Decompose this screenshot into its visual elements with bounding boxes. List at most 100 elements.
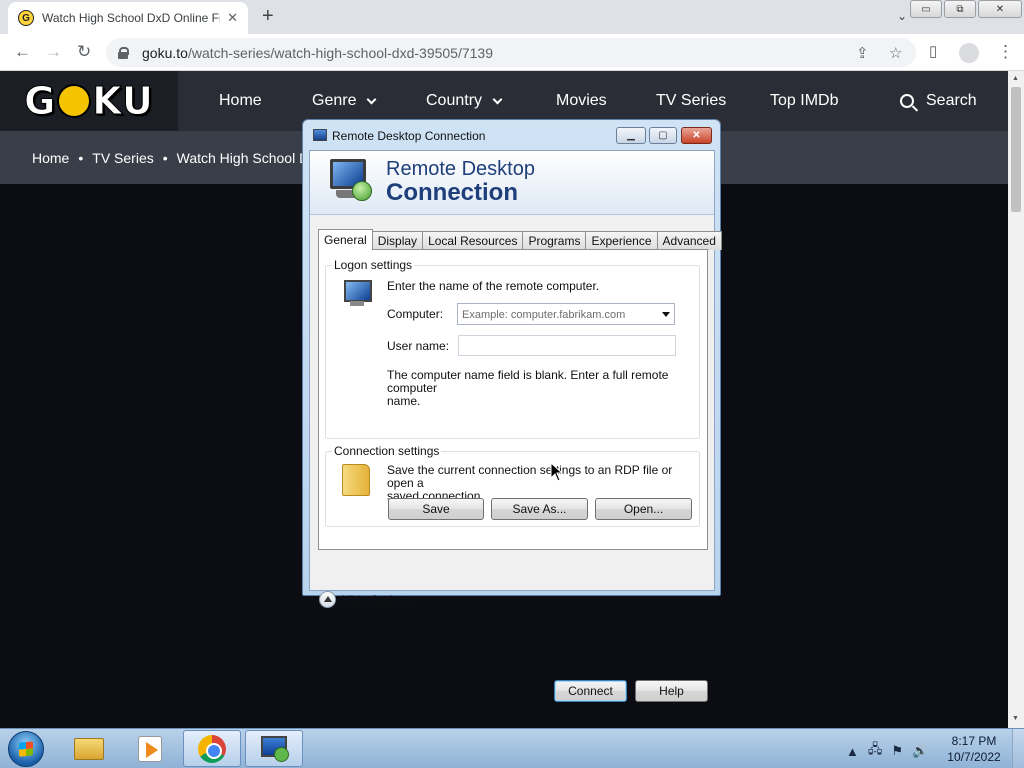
connection-settings-label: Connection settings [332,444,442,458]
dialog-title: Remote Desktop Connection [332,129,486,143]
tab-advanced[interactable]: Advanced [656,231,722,250]
media-player-icon [138,735,162,762]
site-favicon-icon: G [18,10,34,26]
tab-search-chevron-icon[interactable]: ⌄ [897,9,907,23]
banner-title-line2: Connection [386,179,518,206]
help-button[interactable]: Help [635,680,708,702]
nav-genre-label: Genre [312,92,357,109]
computer-icon [342,280,376,310]
menu-kebab-icon[interactable]: ⋮ [997,42,1014,62]
save-button[interactable]: Save [388,498,484,520]
profile-avatar-icon[interactable] [959,43,979,63]
rdc-app-icon [313,129,327,141]
show-desktop-button[interactable] [1012,729,1024,768]
system-clock[interactable]: 8:17 PM 10/7/2022 [940,733,1008,765]
forward-arrow-icon[interactable]: → [45,42,62,62]
dialog-minimize-button[interactable]: ▁ [616,127,646,144]
tab-programs[interactable]: Programs [522,231,587,250]
new-tab-button[interactable]: + [262,6,274,26]
dialog-tabs: General Display Local Resources Programs… [318,229,722,250]
back-arrow-icon[interactable]: ← [14,42,31,62]
nav-country-label: Country [426,92,483,109]
browser-toolbar: ← → ↻ goku.to/watch-series/watch-high-sc… [0,34,1024,71]
dialog-close-button[interactable]: ✕ [681,127,712,144]
window-minimize-button[interactable]: ▭ [910,0,942,18]
browser-tab[interactable]: G Watch High School DxD Online Free ✕ [8,2,248,34]
logon-instruction: Enter the name of the remote computer. [387,279,600,293]
breadcrumb-home[interactable]: Home [32,150,69,166]
start-button[interactable] [8,731,44,767]
taskbar-chrome[interactable] [183,730,241,767]
bookmark-star-icon[interactable]: ☆ [889,44,902,62]
nav-movies-label: Movies [556,92,607,109]
action-center-flag-icon[interactable]: ⚑ [891,743,903,759]
chevron-down-icon [367,94,377,104]
breadcrumb-tv-series[interactable]: TV Series [92,150,153,166]
breadcrumb: Home • TV Series • Watch High School D [32,150,310,166]
logon-settings-group: Logon settings Enter the name of the rem… [325,258,700,439]
dialog-maximize-button[interactable]: ▢ [649,127,677,144]
open-button[interactable]: Open... [595,498,692,520]
connection-settings-group: Connection settings Save the current con… [325,444,700,527]
reload-icon[interactable]: ↻ [77,42,91,62]
logo-text-left: G [24,79,57,124]
nav-search[interactable]: Search [900,71,977,131]
share-icon[interactable]: ⇪ [856,44,869,62]
volume-icon[interactable]: 🔊 [912,743,928,759]
save-as-button[interactable]: Save As... [491,498,588,520]
window-controls: ▭ ⧉ ✕ [910,0,1024,18]
username-field[interactable] [458,335,676,356]
chrome-icon [198,734,226,763]
nav-top-imdb[interactable]: Top IMDb [770,71,838,131]
taskbar-media-player[interactable] [121,730,179,767]
system-tray: ▲ 🖧 ⚑ 🔊 [846,740,928,762]
hide-options-label: Hide Options [342,592,412,607]
nav-home[interactable]: Home [219,71,262,131]
taskbar: ▲ 🖧 ⚑ 🔊 8:17 PM 10/7/2022 [0,728,1024,768]
folder-icon [74,737,104,760]
breadcrumb-current: Watch High School D [176,150,310,166]
computer-combobox[interactable]: Example: computer.fabrikam.com [457,303,675,325]
taskbar-remote-desktop[interactable] [245,730,303,767]
remote-desktop-icon [259,735,289,762]
nav-top-imdb-label: Top IMDb [770,92,839,109]
lock-icon[interactable] [118,46,129,59]
nav-search-label: Search [926,92,977,109]
computer-label: Computer: [387,307,444,321]
general-tab-panel: Logon settings Enter the name of the rem… [318,249,708,550]
address-bar[interactable]: goku.to/watch-series/watch-high-school-d… [106,38,916,67]
show-hidden-icons-arrow-icon[interactable]: ▲ [846,744,859,759]
browser-tabstrip: G Watch High School DxD Online Free ✕ + … [0,0,1024,34]
tab-general[interactable]: General [318,229,373,250]
dialog-titlebar[interactable]: Remote Desktop Connection ▁ ▢ ✕ [303,120,720,150]
page-scrollbar[interactable]: ▲ ▼ [1008,71,1024,728]
logon-settings-label: Logon settings [332,258,415,272]
nav-tv-series-label: TV Series [656,92,727,109]
folder-icon [342,464,370,496]
tab-title: Watch High School DxD Online Free [42,11,220,25]
clock-date: 10/7/2022 [947,750,1001,764]
goku-logo: G KU [24,79,154,124]
tab-local-resources[interactable]: Local Resources [422,231,524,250]
remote-desktop-icon [326,157,376,207]
scroll-up-arrow-icon[interactable]: ▲ [1012,75,1019,82]
chevron-down-icon [492,94,503,104]
window-restore-button[interactable]: ⧉ [944,0,976,18]
side-panel-icon[interactable]: ▯ [929,42,937,60]
computer-blank-hint: The computer name field is blank. Enter … [387,368,669,408]
site-logo[interactable]: G KU [0,71,178,131]
scroll-down-arrow-icon[interactable]: ▼ [1012,715,1019,722]
hide-options-toggle[interactable]: Hide Options [319,591,411,608]
connect-button[interactable]: Connect [554,680,627,702]
remote-desktop-dialog: Remote Desktop Connection ▁ ▢ ✕ Remote D… [302,119,722,702]
dropdown-arrow-icon[interactable] [662,312,670,317]
tab-close-icon[interactable]: ✕ [227,10,238,26]
url-path: /watch-series/watch-high-school-dxd-3950… [187,44,493,61]
window-close-button[interactable]: ✕ [978,0,1022,18]
taskbar-explorer[interactable] [60,730,118,767]
username-label: User name: [387,339,450,353]
scroll-thumb[interactable] [1011,87,1021,212]
network-icon[interactable]: 🖧 [868,740,883,762]
tab-experience[interactable]: Experience [585,231,658,250]
tab-display[interactable]: Display [371,231,424,250]
